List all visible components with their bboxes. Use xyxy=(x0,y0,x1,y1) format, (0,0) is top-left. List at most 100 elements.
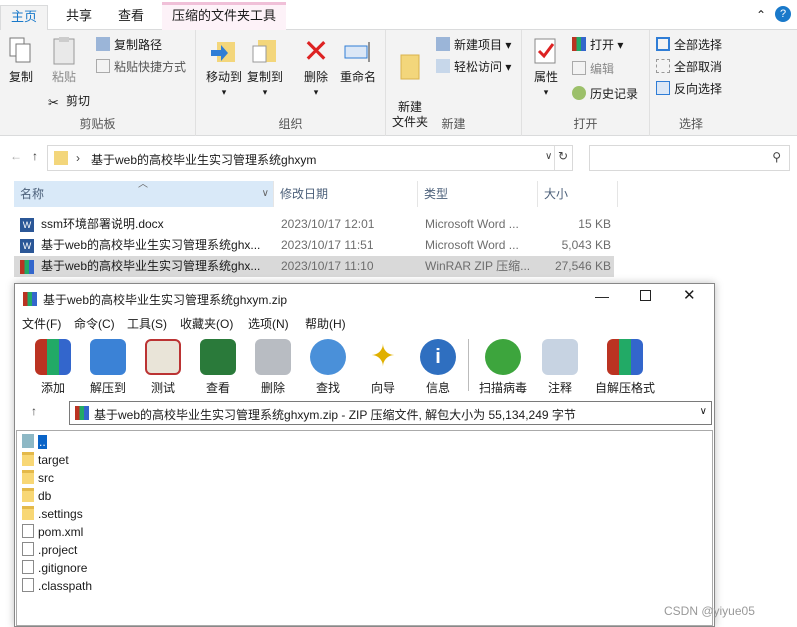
address-bar[interactable]: › 基于web的高校毕业生实习管理系统ghxym ∨ ↻ xyxy=(47,145,573,171)
list-item[interactable]: pom.xml xyxy=(22,523,83,541)
edit-icon xyxy=(572,61,586,75)
select-none-button[interactable]: 全部取消 xyxy=(656,57,722,77)
list-item[interactable]: db xyxy=(22,487,51,505)
up-arrow-icon[interactable]: ↑ xyxy=(32,149,38,163)
list-item[interactable]: .project xyxy=(22,541,77,559)
back-arrow-icon[interactable]: ← xyxy=(10,149,22,163)
copy-path-button[interactable]: 复制路径 xyxy=(96,35,162,55)
info-icon: i xyxy=(420,339,456,375)
archive-path-bar[interactable]: 基于web的高校毕业生实习管理系统ghxym.zip - ZIP 压缩文件, 解… xyxy=(69,401,712,425)
copy-to-button[interactable]: 复制到 ▾ xyxy=(245,36,285,100)
breadcrumb-chevron-icon: › xyxy=(76,151,80,165)
tab-share[interactable]: 共享 xyxy=(56,5,102,30)
cut-button[interactable]: ✂ 剪切 xyxy=(48,91,90,111)
open-button[interactable]: 打开 ▾ xyxy=(572,35,623,55)
new-item-button[interactable]: 新建项目 ▾ xyxy=(436,35,511,55)
help-icon[interactable]: ? xyxy=(775,6,791,22)
menu-commands[interactable]: 命令(C) xyxy=(74,314,115,334)
toolbar-delete[interactable]: 删除 xyxy=(248,339,298,396)
tab-view[interactable]: 查看 xyxy=(108,5,154,30)
open-group-label: 打开 xyxy=(573,117,598,131)
toolbar-test[interactable]: 测试 xyxy=(138,339,188,396)
toolbar-wizard[interactable]: ✦ 向导 xyxy=(358,339,408,396)
paste-shortcut-button[interactable]: 粘贴快捷方式 xyxy=(96,57,186,77)
list-item-parent[interactable]: .. xyxy=(22,433,47,451)
toolbar-extract-to[interactable]: 解压到 xyxy=(83,339,133,396)
list-item[interactable]: .gitignore xyxy=(22,559,87,577)
close-icon[interactable]: ✕ xyxy=(683,286,696,304)
chevron-up-icon[interactable]: ⌃ xyxy=(756,8,766,22)
edit-button[interactable]: 编辑 xyxy=(572,59,614,79)
tab-compressed-folder-tools[interactable]: 压缩的文件夹工具 xyxy=(162,2,287,30)
toolbar-add[interactable]: 添加 xyxy=(28,339,78,396)
list-item[interactable]: .classpath xyxy=(22,577,92,595)
select-group-label: 选择 xyxy=(678,117,703,131)
address-dropdown-icon[interactable]: ∨ xyxy=(545,151,552,162)
tab-home[interactable]: 主页 xyxy=(0,5,49,30)
toolbar-sfx[interactable]: 自解压格式 xyxy=(590,339,660,396)
archive-file-list: .. target src db .settings pom.xml .proj… xyxy=(16,430,713,626)
select-all-button[interactable]: 全部选择 xyxy=(656,35,722,55)
folder-icon xyxy=(22,470,34,484)
file-row-selected[interactable]: 基于web的高校毕业生实习管理系统ghx... 2023/10/17 11:10… xyxy=(14,256,614,277)
path-dropdown-icon[interactable]: ∨ xyxy=(700,406,707,417)
history-button[interactable]: 历史记录 xyxy=(572,84,638,104)
file-row[interactable]: W ssm环境部署说明.docx 2023/10/17 12:01 Micros… xyxy=(14,214,614,235)
xml-file-icon xyxy=(22,524,34,538)
menu-file[interactable]: 文件(F) xyxy=(22,314,61,334)
address-path: 基于web的高校毕业生实习管理系统ghxym xyxy=(91,153,317,167)
window-title: 基于web的高校毕业生实习管理系统ghxym.zip xyxy=(43,293,288,307)
menu-tools[interactable]: 工具(S) xyxy=(127,314,167,334)
menu-help[interactable]: 帮助(H) xyxy=(305,314,346,334)
test-icon xyxy=(145,339,181,375)
folder-icon xyxy=(22,452,34,466)
column-filter-icon[interactable]: ∨ xyxy=(262,181,269,207)
up-arrow-icon[interactable]: ↑ xyxy=(31,404,37,418)
minimize-icon[interactable]: — xyxy=(595,288,609,304)
delete-button[interactable]: ✕ 删除 ▾ xyxy=(298,35,334,100)
group-clipboard: 复制 粘贴 复制路径 粘贴快捷方式 ✂ 剪切 剪贴板 xyxy=(0,30,196,136)
winrar-window: 基于web的高校毕业生实习管理系统ghxym.zip — ✕ 文件(F) 命令(… xyxy=(14,283,715,627)
toolbar-comment[interactable]: 注释 xyxy=(535,339,585,396)
new-group-label: 新建 xyxy=(441,117,466,131)
toolbar-info[interactable]: i 信息 xyxy=(413,339,463,396)
column-header-date[interactable]: 修改日期 xyxy=(274,181,418,207)
paste-icon xyxy=(49,36,79,66)
refresh-icon[interactable]: ↻ xyxy=(558,149,568,163)
file-row[interactable]: W 基于web的高校毕业生实习管理系统ghx... 2023/10/17 11:… xyxy=(14,235,614,256)
winrar-icon xyxy=(23,292,37,306)
select-all-icon xyxy=(656,37,670,51)
folder-icon xyxy=(54,151,68,165)
organize-group-label: 组织 xyxy=(278,117,303,131)
file-icon xyxy=(22,542,34,556)
invert-selection-button[interactable]: 反向选择 xyxy=(656,79,722,99)
list-item[interactable]: .settings xyxy=(22,505,83,523)
copy-button[interactable]: 复制 xyxy=(4,36,38,85)
rename-button[interactable]: 重命名 xyxy=(336,36,380,85)
properties-button[interactable]: 属性 ▾ xyxy=(528,36,564,100)
group-organize: 移动到 ▾ 复制到 ▾ ✕ 删除 ▾ 重命名 组织 xyxy=(196,30,386,136)
ribbon-tab-bar: 主页 共享 查看 压缩的文件夹工具 ⌃ ? xyxy=(0,0,797,30)
maximize-icon[interactable] xyxy=(640,290,651,301)
folder-icon xyxy=(22,488,34,502)
column-header-size[interactable]: 大小 xyxy=(538,181,618,207)
group-select: 全部选择 全部取消 反向选择 选择 xyxy=(650,30,732,136)
toolbar-scan-virus[interactable]: 扫描病毒 xyxy=(475,339,531,396)
copy-to-icon xyxy=(250,36,280,66)
move-to-button[interactable]: 移动到 ▾ xyxy=(204,36,244,100)
list-item[interactable]: src xyxy=(22,469,54,487)
group-new: 新建 文件夹 新建项目 ▾ 轻松访问 ▾ 新建 xyxy=(386,30,522,136)
magic-wand-icon: ✦ xyxy=(370,340,396,373)
column-header-name[interactable]: 名称 ︿ ∨ xyxy=(14,179,274,207)
column-header-type[interactable]: 类型 xyxy=(418,181,538,207)
paste-button[interactable]: 粘贴 xyxy=(44,36,84,85)
search-input[interactable]: ⚲ xyxy=(589,145,790,171)
list-item[interactable]: target xyxy=(22,451,69,469)
sfx-icon xyxy=(607,339,643,375)
menu-favorites[interactable]: 收藏夹(O) xyxy=(180,314,233,334)
toolbar-find[interactable]: 查找 xyxy=(303,339,353,396)
menu-options[interactable]: 选项(N) xyxy=(248,314,289,334)
toolbar-view[interactable]: 查看 xyxy=(193,339,243,396)
easy-access-button[interactable]: 轻松访问 ▾ xyxy=(436,57,511,77)
folder-icon xyxy=(22,506,34,520)
